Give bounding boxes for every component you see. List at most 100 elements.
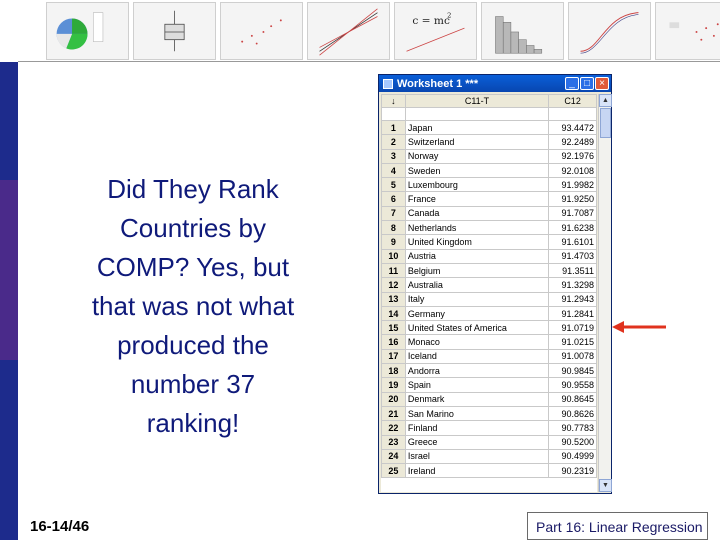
column-header-arrow[interactable]: ↓ xyxy=(381,94,406,108)
row-number[interactable]: 9 xyxy=(381,234,406,250)
country-cell[interactable]: Luxembourg xyxy=(404,177,550,193)
value-cell[interactable]: 91.0719 xyxy=(548,320,597,336)
country-cell[interactable]: Australia xyxy=(404,277,550,293)
row-number[interactable]: 7 xyxy=(381,205,406,222)
country-cell[interactable]: Greece xyxy=(404,434,550,450)
row-number[interactable]: 8 xyxy=(381,220,406,236)
minimize-button[interactable]: _ xyxy=(565,77,579,90)
row-number[interactable]: 13 xyxy=(381,291,406,307)
value-cell[interactable]: 90.9558 xyxy=(548,377,597,393)
value-cell[interactable]: 90.2319 xyxy=(548,463,597,479)
table-row[interactable]: 9 United Kingdom 91.6101 xyxy=(381,234,597,250)
row-number[interactable]: 22 xyxy=(381,420,406,436)
row-number[interactable]: 17 xyxy=(381,348,406,365)
table-row[interactable]: 4 Sweden 92.0108 xyxy=(381,162,597,179)
table-row[interactable]: 8 Netherlands 91.6238 xyxy=(381,220,597,236)
value-cell[interactable]: 91.0215 xyxy=(548,334,597,350)
scroll-up-arrow-icon[interactable]: ▲ xyxy=(599,94,612,107)
value-cell[interactable]: 91.6238 xyxy=(548,220,597,236)
country-cell[interactable]: Germany xyxy=(404,305,550,322)
country-cell[interactable]: Netherlands xyxy=(404,220,550,236)
column-header-c11[interactable]: C11-T xyxy=(404,94,550,108)
value-cell[interactable]: 91.3298 xyxy=(548,277,597,293)
country-cell[interactable]: Japan xyxy=(404,119,550,136)
row-number[interactable]: 10 xyxy=(381,248,406,264)
country-cell[interactable]: Monaco xyxy=(404,334,550,350)
value-cell[interactable]: 90.4999 xyxy=(548,448,597,465)
table-row[interactable]: 22 Finland 90.7783 xyxy=(381,420,597,436)
country-cell[interactable]: Belgium xyxy=(404,262,550,279)
country-cell[interactable]: Canada xyxy=(404,205,550,222)
value-cell[interactable]: 91.4703 xyxy=(548,248,597,264)
country-cell[interactable]: Iceland xyxy=(404,348,550,365)
table-row[interactable]: 11 Belgium 91.3511 xyxy=(381,262,597,279)
row-number[interactable]: 20 xyxy=(381,391,406,407)
row-number[interactable]: 16 xyxy=(381,334,406,350)
row-number[interactable]: 21 xyxy=(381,405,406,422)
table-row[interactable]: 14 Germany 91.2841 xyxy=(381,305,597,322)
table-row[interactable]: 24 Israel 90.4999 xyxy=(381,448,597,465)
value-cell[interactable]: 91.6101 xyxy=(548,234,597,250)
table-row[interactable]: 12 Australia 91.3298 xyxy=(381,277,597,293)
country-cell[interactable]: Spain xyxy=(404,377,550,393)
row-number[interactable]: 1 xyxy=(381,119,406,136)
value-cell[interactable]: 90.9845 xyxy=(548,363,597,379)
table-row[interactable]: 16 Monaco 91.0215 xyxy=(381,334,597,350)
country-cell[interactable]: Sweden xyxy=(404,162,550,179)
scroll-thumb[interactable] xyxy=(600,108,611,138)
value-cell[interactable]: 91.9982 xyxy=(548,177,597,193)
country-cell[interactable]: Denmark xyxy=(404,391,550,407)
country-cell[interactable]: France xyxy=(404,191,550,207)
row-number[interactable]: 15 xyxy=(381,320,406,336)
row-number[interactable]: 2 xyxy=(381,134,406,150)
table-row[interactable]: 7 Canada 91.7087 xyxy=(381,205,597,222)
row-number[interactable]: 6 xyxy=(381,191,406,207)
value-cell[interactable]: 90.7783 xyxy=(548,420,597,436)
table-row[interactable]: 6 France 91.9250 xyxy=(381,191,597,207)
value-cell[interactable]: 93.4472 xyxy=(548,119,597,136)
table-row[interactable]: 13 Italy 91.2943 xyxy=(381,291,597,307)
value-cell[interactable]: 91.2943 xyxy=(548,291,597,307)
table-row[interactable]: 5 Luxembourg 91.9982 xyxy=(381,177,597,193)
column-header-c12[interactable]: C12 xyxy=(548,94,597,108)
row-number[interactable]: 11 xyxy=(381,262,406,279)
value-cell[interactable]: 90.5200 xyxy=(548,434,597,450)
value-cell[interactable]: 90.8626 xyxy=(548,405,597,422)
value-cell[interactable]: 91.9250 xyxy=(548,191,597,207)
row-number[interactable]: 23 xyxy=(381,434,406,450)
row-number[interactable]: 25 xyxy=(381,463,406,479)
scroll-down-arrow-icon[interactable]: ▼ xyxy=(599,479,612,492)
value-cell[interactable]: 91.2841 xyxy=(548,305,597,322)
row-number[interactable]: 18 xyxy=(381,363,406,379)
country-cell[interactable]: Ireland xyxy=(404,463,550,479)
table-row[interactable]: 21 San Marino 90.8626 xyxy=(381,405,597,422)
value-cell[interactable]: 91.0078 xyxy=(548,348,597,365)
country-cell[interactable]: Israel xyxy=(404,448,550,465)
value-cell[interactable]: 90.8645 xyxy=(548,391,597,407)
row-number[interactable]: 19 xyxy=(381,377,406,393)
table-row[interactable]: 25 Ireland 90.2319 xyxy=(381,463,597,479)
table-row[interactable]: 17 Iceland 91.0078 xyxy=(381,348,597,365)
country-cell[interactable]: United Kingdom xyxy=(404,234,550,250)
table-row[interactable]: 15 United States of America 91.0719 xyxy=(381,320,597,336)
maximize-button[interactable]: □ xyxy=(580,77,594,90)
row-number[interactable]: 3 xyxy=(381,148,406,164)
close-button[interactable]: × xyxy=(595,77,609,90)
table-row[interactable]: 2 Switzerland 92.2489 xyxy=(381,134,597,150)
country-cell[interactable]: San Marino xyxy=(404,405,550,422)
worksheet-grid[interactable]: ↓ C11-T C12 1 Japan 93.4472 2 Switzerland 92.… xyxy=(381,94,597,492)
value-cell[interactable]: 92.2489 xyxy=(548,134,597,150)
country-cell[interactable]: Andorra xyxy=(404,363,550,379)
country-cell[interactable]: United States of America xyxy=(404,320,550,336)
table-row[interactable]: 20 Denmark 90.8645 xyxy=(381,391,597,407)
table-row[interactable]: 23 Greece 90.5200 xyxy=(381,434,597,450)
country-cell[interactable]: Austria xyxy=(404,248,550,264)
value-cell[interactable]: 91.7087 xyxy=(548,205,597,222)
worksheet-window[interactable]: Worksheet 1 *** _ □ × ↓ C11-T C12 1 Japan… xyxy=(378,74,612,494)
table-row[interactable]: 18 Andorra 90.9845 xyxy=(381,363,597,379)
row-number[interactable]: 5 xyxy=(381,177,406,193)
table-row[interactable]: 3 Norway 92.1976 xyxy=(381,148,597,164)
value-cell[interactable]: 92.0108 xyxy=(548,162,597,179)
row-number[interactable]: 4 xyxy=(381,162,406,179)
value-cell[interactable]: 92.1976 xyxy=(548,148,597,164)
